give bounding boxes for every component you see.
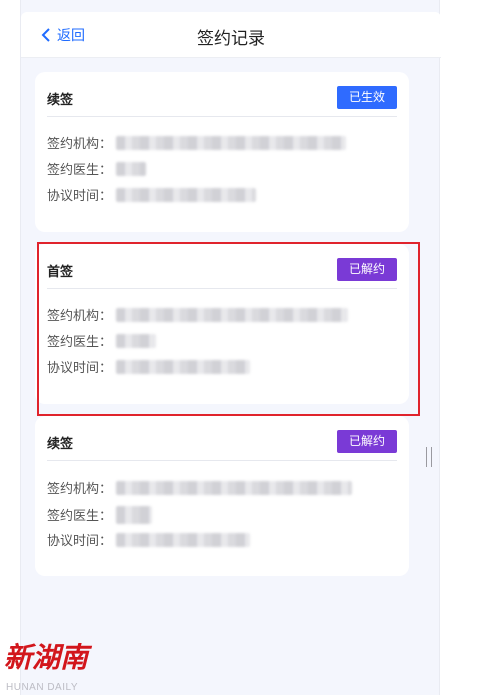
time-row: 协议时间： [47,530,251,549]
doctor-row: 签约医生： [47,159,147,178]
record-card[interactable]: 续签 已解约 签约机构： 签约医生： 协议时间： [35,416,409,576]
time-label: 协议时间： [47,189,113,204]
divider [47,116,397,117]
watermark-logo: 新湖南 HUNAN DAILY [4,636,96,694]
record-type: 续签 [47,437,74,452]
record-header: 续签 已解约 [47,430,397,454]
page-title: 签约记录 [197,29,265,49]
status-badge[interactable]: 已解约 [336,430,397,453]
redacted-value [116,505,153,524]
redacted-value [116,480,353,495]
doctor-label: 签约医生： [47,509,113,524]
org-row: 签约机构： [47,133,347,152]
watermark-en: HUNAN DAILY [6,682,78,693]
org-label: 签约机构： [47,137,113,152]
redacted-value [116,161,147,176]
org-row: 签约机构： [47,478,353,497]
status-badge[interactable]: 已生效 [336,86,397,109]
record-type: 续签 [47,93,74,108]
divider [47,460,397,461]
time-row: 协议时间： [47,185,257,204]
highlight-box [37,242,420,416]
record-card[interactable]: 续签 已生效 签约机构： 签约医生： 协议时间： [35,72,409,232]
redacted-value [116,187,257,202]
watermark-cn: 新湖南 [4,641,89,674]
redacted-value [116,532,251,547]
redacted-value [116,135,347,150]
org-label: 签约机构： [47,482,113,497]
scrollbar-handle[interactable] [426,447,432,467]
doctor-row: 签约医生： [47,505,153,524]
doctor-label: 签约医生： [47,163,113,178]
time-label: 协议时间： [47,534,113,549]
nav-bar: 返回 签约记录 [21,12,441,58]
record-header: 续签 已生效 [47,86,397,110]
